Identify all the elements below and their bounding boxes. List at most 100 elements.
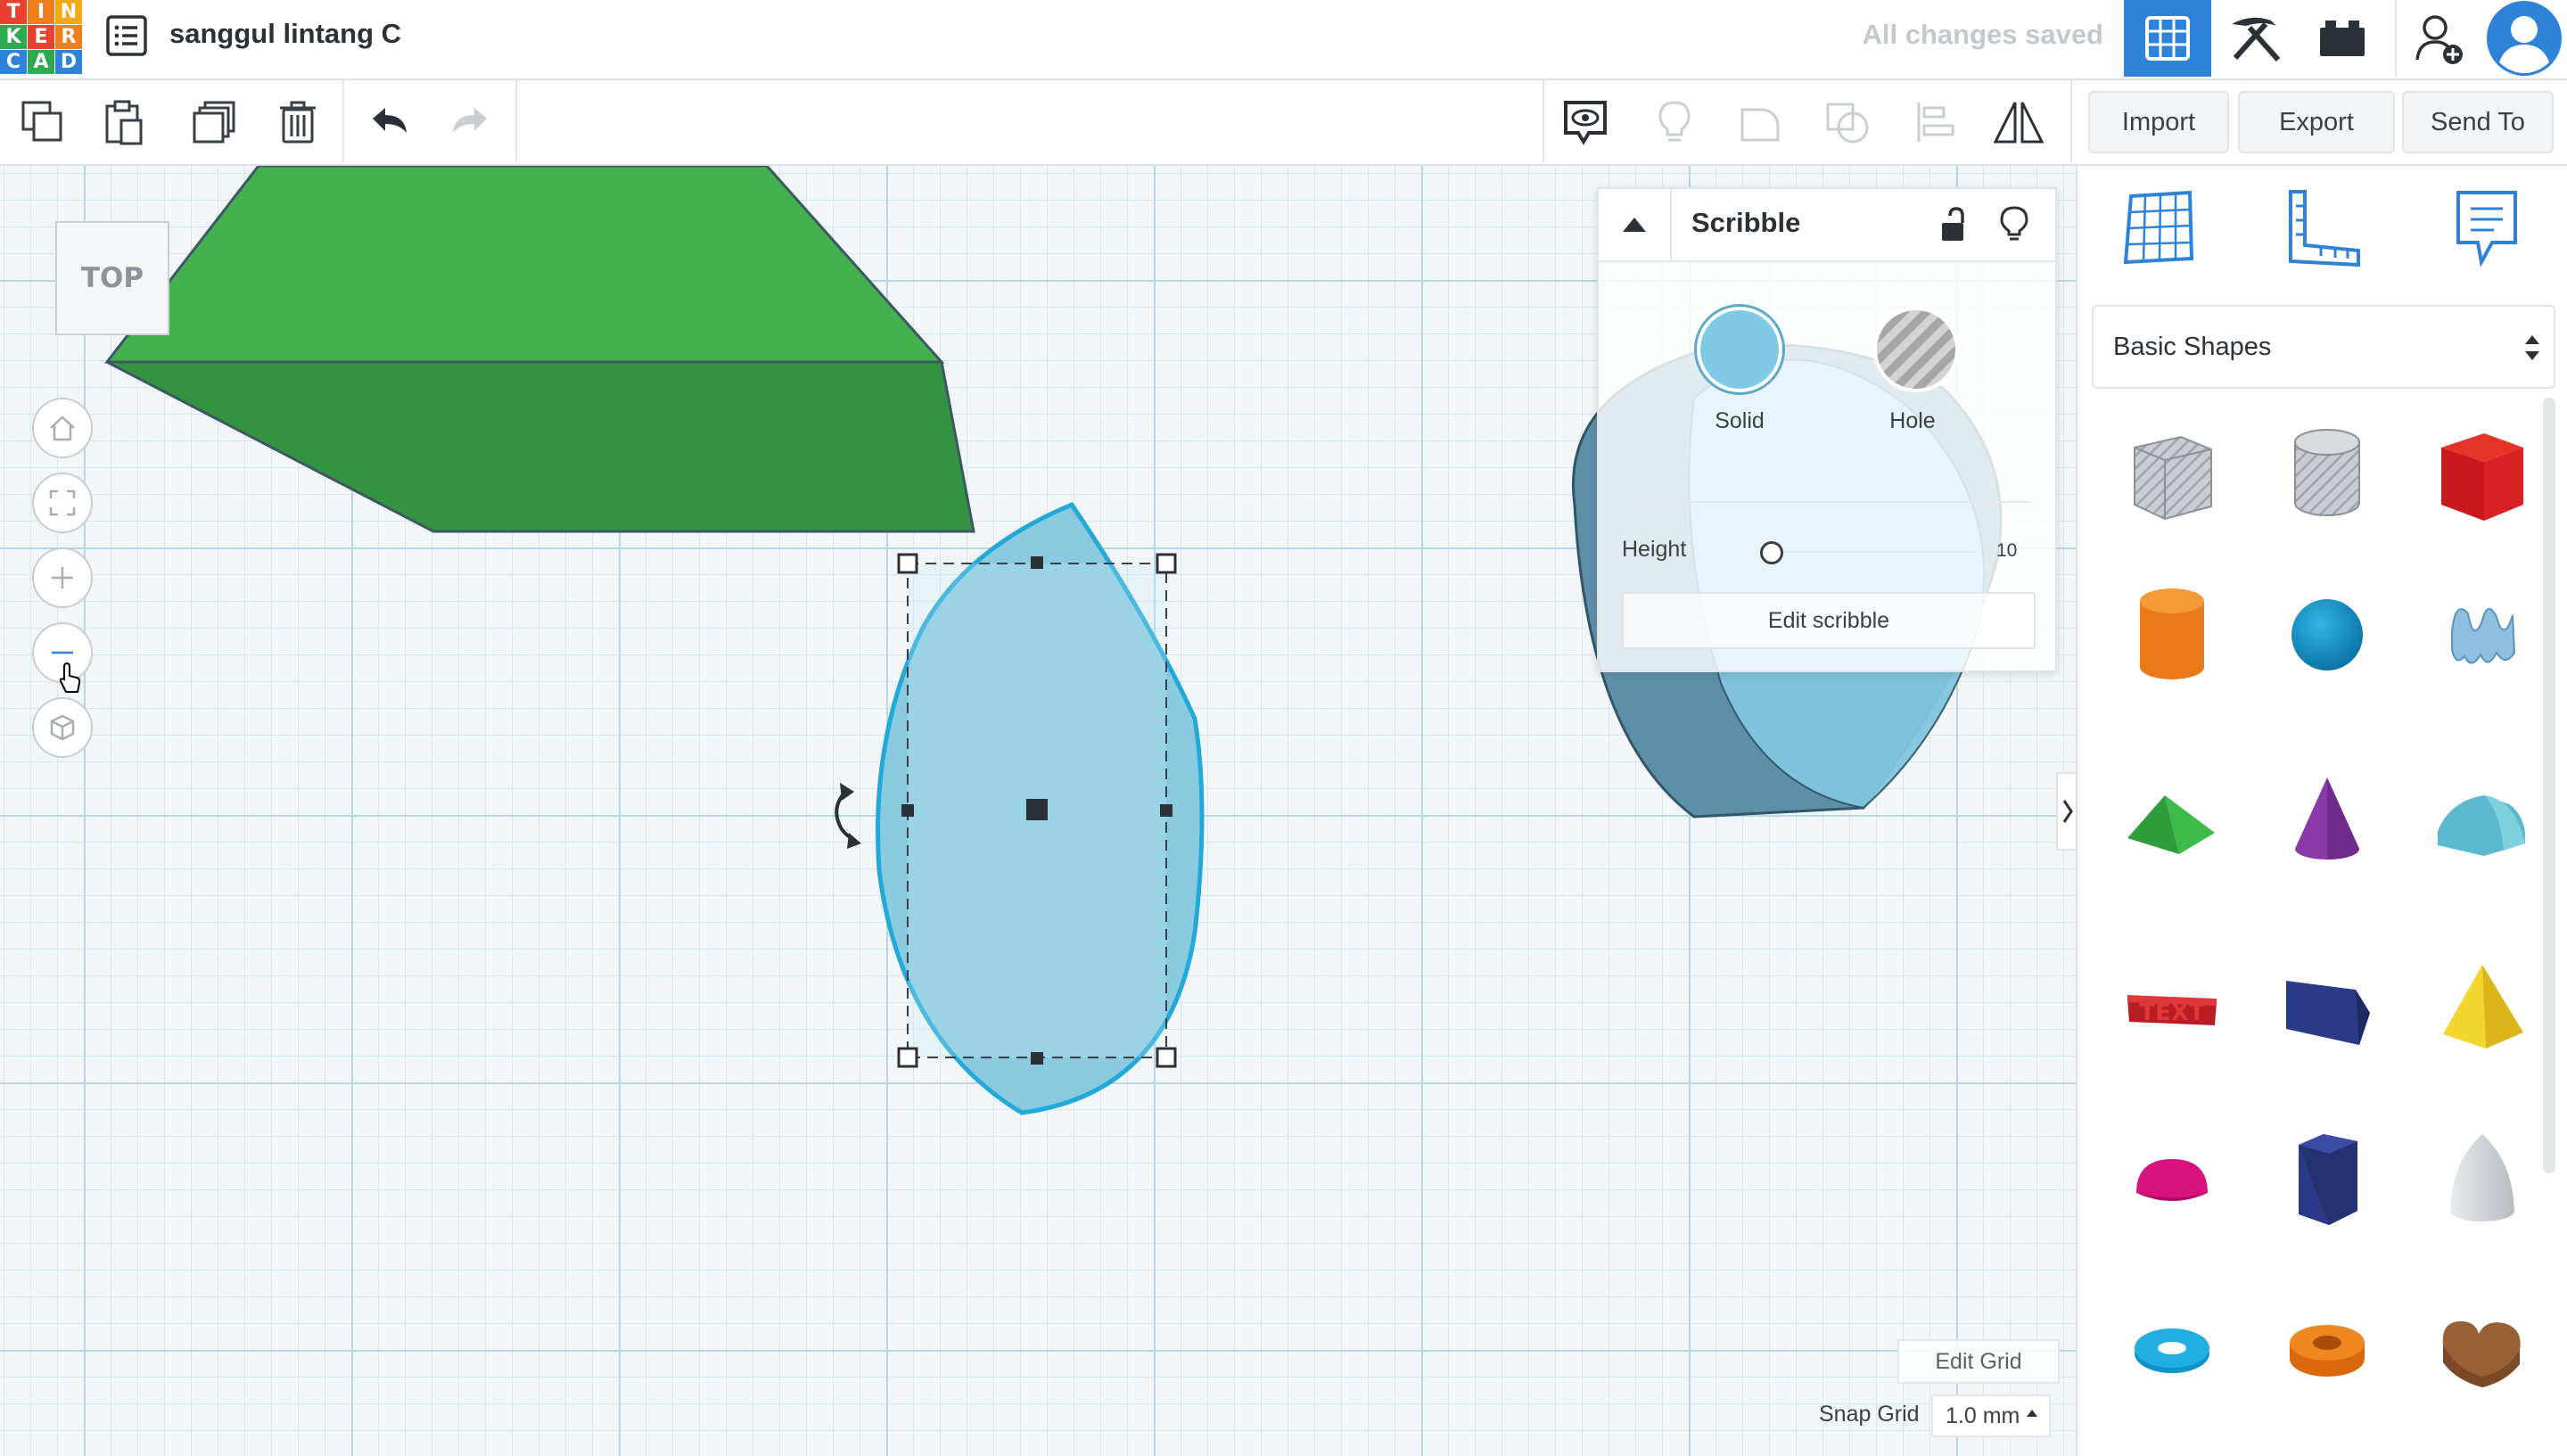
logo-letter: A [28,50,54,74]
shape-inspector-panel: Scribble Solid Hole Height 10 Edit scrib… [1597,187,2057,672]
solid-color-swatch[interactable] [1697,307,1782,392]
codeblocks-view-button[interactable] [2211,0,2299,77]
caret-up-icon [1623,218,1646,232]
shape-pyramid[interactable] [2420,947,2545,1072]
hole-label: Hole [1889,408,1936,433]
shape-cylinder-hole[interactable] [2265,412,2390,537]
tinkercad-logo[interactable]: T I N K E R C A D [0,0,82,75]
group-icon [1740,108,1780,142]
height-slider-track[interactable] [1770,551,1975,553]
group-button[interactable] [1728,91,1792,153]
tube-icon [2290,1325,2365,1377]
invite-user-button[interactable] [2395,0,2484,77]
shape-scribble[interactable] [2420,572,2545,697]
shape-box[interactable] [2420,412,2545,537]
visibility-button[interactable] [1993,202,2036,248]
mirror-button[interactable] [1987,91,2051,153]
comment-eye-icon [1564,101,1607,145]
shape-half-sphere[interactable] [2110,1116,2234,1241]
notes-tool-button[interactable] [2438,178,2536,276]
delete-button[interactable] [266,91,330,153]
user-avatar[interactable] [2482,0,2566,77]
align-button[interactable] [1903,91,1967,153]
scribble-icon [2451,608,2516,664]
ruler-tool-button[interactable] [2274,178,2372,276]
hole-swatch[interactable] [1873,307,1959,392]
toolbar-divider [1543,80,1544,162]
svg-text:TEXT: TEXT [2139,999,2205,1026]
copy-button[interactable] [11,91,75,153]
perspective-button[interactable] [32,697,93,758]
view-cube[interactable]: TOP [55,221,169,335]
logo-letter: D [55,50,82,74]
lightbulb-icon [2000,206,2028,241]
mouse-pointer-icon [59,662,81,693]
edit-scribble-button[interactable]: Edit scribble [1622,592,2036,649]
shape-wedge[interactable] [2265,947,2390,1072]
save-status: All changes saved [1862,19,2103,50]
brick-icon [2320,21,2365,56]
shape-polygon[interactable] [2265,1116,2390,1241]
export-button[interactable]: Export [2238,91,2395,153]
shape-paraboloid[interactable] [2420,1116,2545,1241]
copy-icon [21,101,62,142]
shape-cylinder[interactable] [2110,572,2234,697]
fit-view-button[interactable] [32,473,93,533]
show-all-button[interactable] [1642,91,1707,153]
height-slider-knob[interactable] [1760,541,1783,564]
import-button[interactable]: Import [2088,91,2229,153]
grid-icon [2145,16,2190,61]
height-value: 10 [1996,540,2018,561]
shape-roof[interactable] [2110,760,2234,884]
notes-button[interactable] [1553,91,1617,153]
wedge-icon [2286,981,2370,1045]
mirror-icon [1993,102,2045,144]
home-view-button[interactable] [32,398,93,458]
shape-text[interactable]: TEXT [2110,947,2234,1072]
collapse-shapes-panel-button[interactable] [2056,772,2076,851]
shape-tube[interactable] [2265,1286,2390,1411]
shape-round-roof[interactable] [2420,760,2545,884]
bricks-view-button[interactable] [2299,0,2386,77]
cylinder-icon [2140,588,2204,679]
select-caret-icon [2525,335,2539,360]
toolbar-divider [342,80,344,162]
workplane-tool-button[interactable] [2110,178,2208,276]
snap-grid-select[interactable]: 1.0 mm [1931,1394,2051,1437]
pickaxe-icon [2232,17,2281,62]
zoom-in-button[interactable] [32,547,93,608]
3d-design-view-button[interactable] [2124,0,2211,77]
snap-grid-value: 1.0 mm [1946,1403,2020,1428]
undo-button[interactable] [357,91,421,153]
shape-category-select[interactable]: Basic Shapes [2092,305,2555,389]
lock-button[interactable] [1932,202,1975,248]
duplicate-button[interactable] [182,91,246,153]
project-title[interactable]: sanggul lintang C [169,18,401,50]
send-to-button[interactable]: Send To [2402,91,2554,153]
logo-letter: R [55,25,82,49]
paste-button[interactable] [93,91,157,153]
edit-grid-button[interactable]: Edit Grid [1897,1339,2060,1384]
workplane[interactable]: TOP Scribble Solid Hole Height 10 Edit s… [0,166,2076,1456]
align-icon [1917,103,1954,142]
unlock-icon [1942,207,1964,241]
ungroup-button[interactable] [1815,91,1880,153]
plus-icon [52,567,73,588]
green-wedge-shape[interactable] [103,166,975,533]
caret-up-icon [2027,1410,2037,1417]
redo-button[interactable] [439,91,503,153]
logo-letter: T [0,0,27,24]
heart-icon [2442,1321,2521,1387]
collapse-inspector-button[interactable] [1599,189,1672,260]
shape-sphere[interactable] [2265,572,2390,697]
inspector-title: Scribble [1691,207,1801,238]
rotate-handle-icon[interactable] [835,783,861,849]
shapes-scrollbar[interactable] [2543,398,2555,1173]
shape-torus[interactable] [2110,1286,2234,1411]
shape-cone[interactable] [2265,760,2390,884]
design-list-icon[interactable] [103,12,150,59]
polygon-icon [2299,1134,2357,1225]
shape-heart[interactable] [2420,1286,2545,1411]
edit-toolbar: Import Export Send To [0,80,2567,166]
shape-box-hole[interactable] [2110,412,2234,537]
